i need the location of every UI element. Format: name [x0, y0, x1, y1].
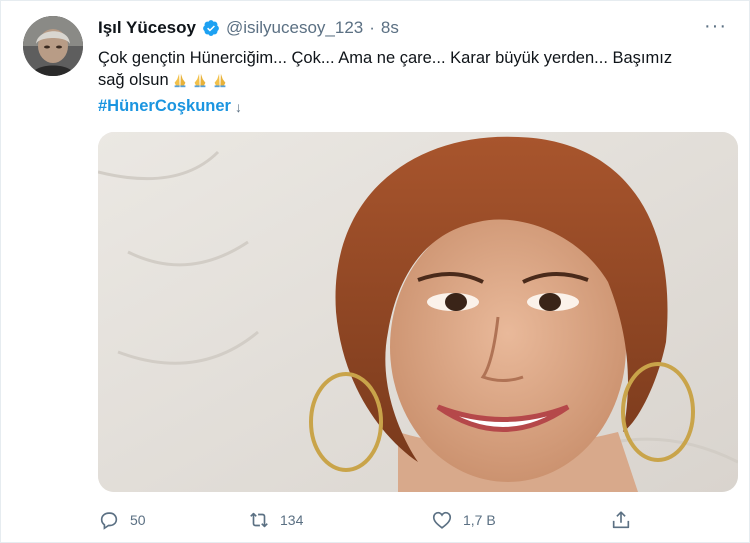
folded-hands-icon	[174, 73, 186, 88]
tweet-text-line1: Çok gençtin Hünerciğim... Çok... Ama ne …	[98, 49, 673, 67]
share-button[interactable]	[610, 509, 632, 531]
author-name[interactable]: Işıl Yücesoy	[98, 18, 196, 38]
tweet-photo[interactable]	[98, 132, 738, 492]
share-icon	[612, 511, 630, 529]
avatar[interactable]	[23, 16, 83, 76]
tweet-text-line2: sağ olsun	[98, 71, 169, 89]
hashtag-link[interactable]: #HünerCoşkuner	[98, 97, 231, 116]
like-count: 1,7 B	[463, 512, 496, 528]
tweet-text-line2-row: sağ olsun	[98, 69, 738, 91]
timestamp[interactable]: 8s	[381, 18, 399, 38]
more-icon[interactable]: ···	[704, 15, 727, 38]
hashtag-row: #HünerCoşkuner ↓	[98, 97, 242, 116]
tweet: Işıl Yücesoy @isilyucesoy_123 · 8s ··· Ç…	[0, 0, 750, 543]
separator-dot: ·	[369, 18, 375, 37]
reply-button[interactable]: 50	[98, 509, 146, 531]
verified-badge-icon	[202, 19, 220, 37]
retweet-count: 134	[280, 512, 304, 528]
action-bar: 50 134 1,7 B	[98, 509, 738, 535]
reply-count: 50	[130, 512, 146, 528]
retweet-button[interactable]: 134	[248, 509, 303, 531]
down-arrow-icon: ↓	[234, 98, 242, 115]
author-handle[interactable]: @isilyucesoy_123	[226, 18, 363, 38]
folded-hands-icon	[214, 73, 226, 88]
folded-hands-icon	[194, 73, 206, 88]
emoji-group	[171, 71, 229, 89]
heart-icon	[432, 511, 452, 529]
tweet-text: Çok gençtin Hünerciğim... Çok... Ama ne …	[98, 47, 738, 91]
tweet-header: Işıl Yücesoy @isilyucesoy_123 · 8s	[98, 18, 399, 38]
like-button[interactable]: 1,7 B	[431, 509, 496, 531]
reply-icon	[100, 512, 118, 530]
retweet-icon	[250, 512, 268, 528]
